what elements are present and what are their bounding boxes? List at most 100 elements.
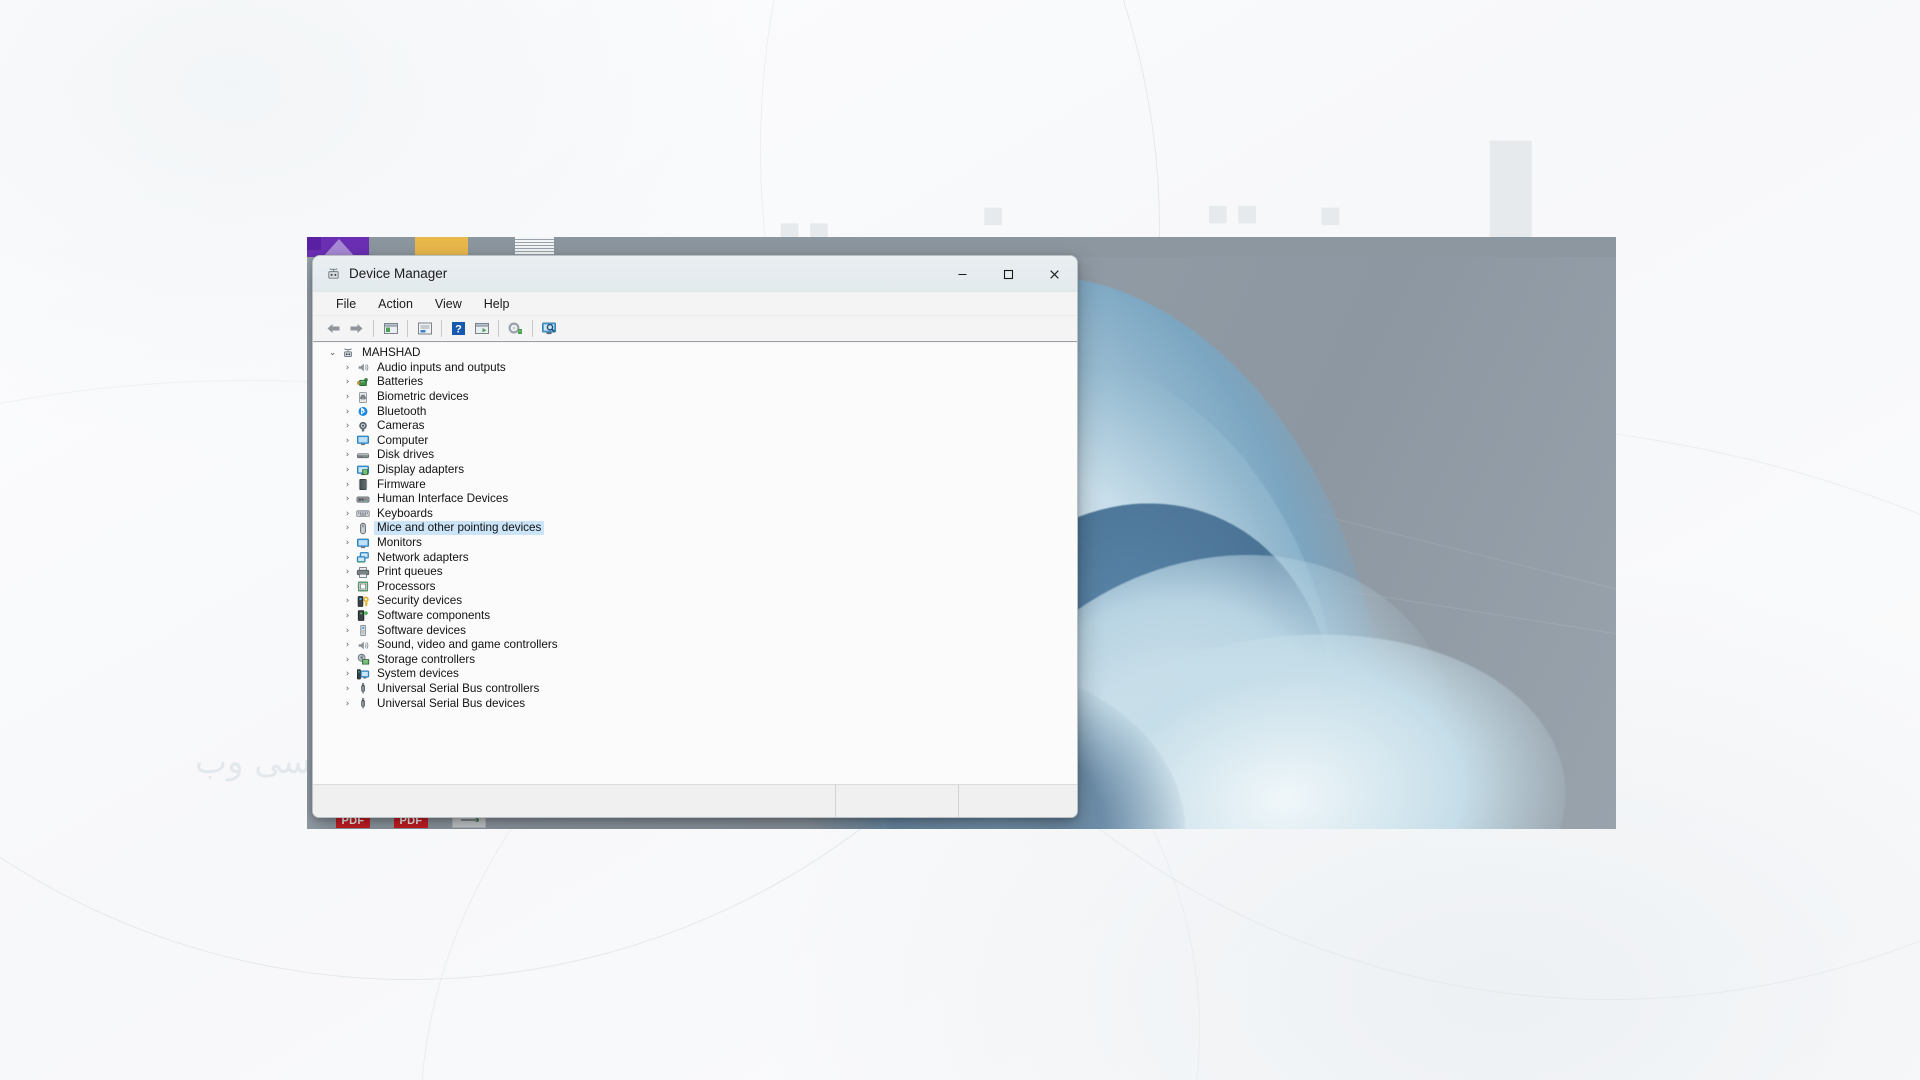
tree-children: › Audio inputs and outputs › Batteries › Biom… [313,361,1077,711]
tree-item-monitors[interactable]: › Monitors [313,536,1077,551]
close-button[interactable] [1031,256,1077,292]
tree-item-mice-and-other-pointing-devices[interactable]: › Mice and other pointing devices [313,521,1077,536]
menu-action[interactable]: Action [367,295,424,313]
tree-item-software-devices[interactable]: › Software devices [313,623,1077,638]
tree-item-human-interface-devices[interactable]: › Human Interface Devices [313,492,1077,507]
tree-item-batteries[interactable]: › Batteries [313,375,1077,390]
tree-item-disk-drives[interactable]: › Disk drives [313,448,1077,463]
toolbar-separator [407,320,408,337]
battery-icon [355,375,370,389]
lined-document-icon [515,237,554,257]
tree-item-firmware[interactable]: › Firmware [313,477,1077,492]
tree-item-storage-controllers[interactable]: › Storage controllers [313,652,1077,667]
tree-item-universal-serial-bus-controllers[interactable]: › Universal Serial Bus controllers [313,682,1077,697]
menu-help[interactable]: Help [473,295,521,313]
help-button[interactable]: ? [447,318,470,340]
toolbar-separator [441,320,442,337]
tree-item-audio-inputs-and-outputs[interactable]: › Audio inputs and outputs [313,361,1077,376]
chevron-right-icon[interactable]: › [340,363,355,373]
tree-item-label: Print queues [377,565,443,579]
tree-item-label: Display adapters [377,463,465,477]
mouse-icon [355,521,370,535]
toolbar-separator [373,320,374,337]
toolbar-separator [532,320,533,337]
system-device-icon [355,667,370,681]
network-adapter-icon [355,551,370,565]
chevron-right-icon[interactable]: › [340,523,355,533]
tree-item-network-adapters[interactable]: › Network adapters [313,550,1077,565]
tree-item-universal-serial-bus-devices[interactable]: › Universal Serial Bus devices [313,696,1077,711]
security-key-icon [355,594,370,608]
chevron-right-icon[interactable]: › [340,509,355,519]
forward-button[interactable] [345,318,368,340]
tree-item-computer[interactable]: › Computer [313,434,1077,449]
chevron-right-icon[interactable]: › [340,640,355,650]
window-controls [939,256,1077,292]
chevron-right-icon[interactable]: › [340,494,355,504]
tree-item-keyboards[interactable]: › Keyboards [313,507,1077,522]
chevron-right-icon[interactable]: › [340,450,355,460]
tree-item-print-queues[interactable]: › Print queues [313,565,1077,580]
tree-item-system-devices[interactable]: › System devices [313,667,1077,682]
tree-item-processors[interactable]: › Processors [313,580,1077,595]
chevron-right-icon[interactable]: › [340,596,355,606]
chevron-right-icon[interactable]: › [340,465,355,475]
usb-icon [355,697,370,711]
svg-text:?: ? [455,324,462,336]
printer-icon [355,565,370,579]
tree-item-label: Monitors [377,536,422,550]
minimize-button[interactable] [939,256,985,292]
chevron-down-icon[interactable]: ⌄ [325,348,340,358]
chevron-right-icon[interactable]: › [340,669,355,679]
chevron-right-icon[interactable]: › [340,655,355,665]
chevron-right-icon[interactable]: › [340,553,355,563]
chevron-right-icon[interactable]: › [340,392,355,402]
strip-spacer [554,237,1616,257]
chevron-right-icon[interactable]: › [340,567,355,577]
status-text [313,785,835,817]
speaker-icon [355,638,370,652]
scan-hardware-button[interactable] [504,318,527,340]
tree-item-display-adapters[interactable]: › Display adapters [313,463,1077,478]
tree-item-biometric-devices[interactable]: › Biometric devices [313,390,1077,405]
computer-root-icon [340,346,355,360]
tree-item-software-components[interactable]: › Software components [313,609,1077,624]
tree-item-sound-video-and-game-controllers[interactable]: › Sound, video and game controllers [313,638,1077,653]
chevron-right-icon[interactable]: › [340,377,355,387]
tree-item-label: Software components [377,608,491,622]
speaker-icon [355,361,370,375]
back-button[interactable] [322,318,345,340]
chevron-right-icon[interactable]: › [340,407,355,417]
properties-button[interactable] [413,318,436,340]
window-titlebar[interactable]: Device Manager [313,256,1077,292]
maximize-button[interactable] [985,256,1031,292]
menu-file[interactable]: File [325,295,367,313]
tree-item-label: Disk drives [377,448,435,462]
chevron-right-icon[interactable]: › [340,626,355,636]
device-manager-icon [326,266,341,281]
chevron-right-icon[interactable]: › [340,699,355,709]
chevron-right-icon[interactable]: › [340,611,355,621]
tree-item-label: Audio inputs and outputs [377,360,506,374]
chevron-right-icon[interactable]: › [340,684,355,694]
chevron-right-icon[interactable]: › [340,436,355,446]
chevron-right-icon[interactable]: › [340,480,355,490]
tree-item-label: System devices [377,667,459,681]
chevron-right-icon[interactable]: › [340,538,355,548]
chevron-right-icon[interactable]: › [340,582,355,592]
display-devices-button[interactable] [538,318,561,340]
tree-root-item[interactable]: ⌄ MAHSHAD [313,346,1077,361]
tree-item-security-devices[interactable]: › Security devices [313,594,1077,609]
device-manager-window[interactable]: Device Manager File Action View Help ? ⌄… [312,255,1078,818]
tree-item-label: Network adapters [377,550,469,564]
update-driver-button[interactable] [470,318,493,340]
chevron-right-icon[interactable]: › [340,421,355,431]
show-hide-console-button[interactable] [379,318,402,340]
menu-view[interactable]: View [424,295,473,313]
device-tree[interactable]: ⌄ MAHSHAD › Audio inputs and outputs › Batt… [313,343,1077,784]
tree-item-bluetooth[interactable]: › Bluetooth [313,404,1077,419]
software-device-icon [355,624,370,638]
tree-item-label: Keyboards [377,506,433,520]
onenote-tile-icon [307,237,369,257]
tree-item-cameras[interactable]: › Cameras [313,419,1077,434]
